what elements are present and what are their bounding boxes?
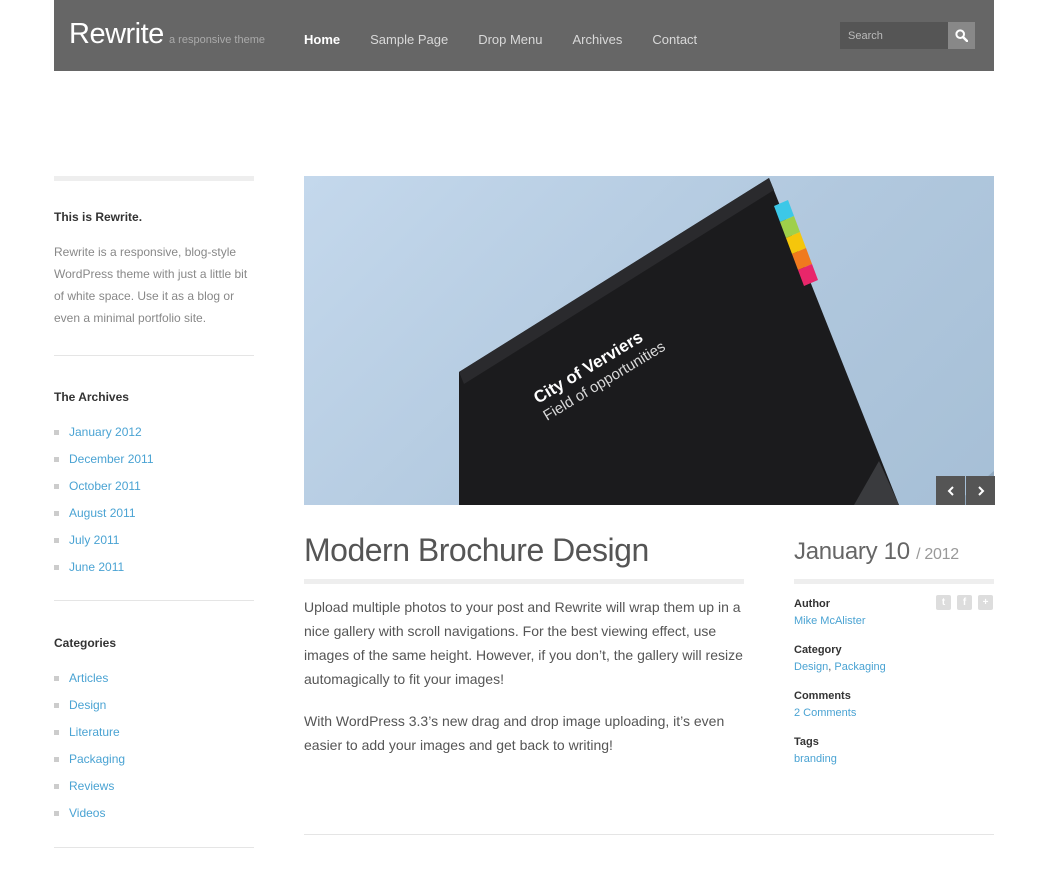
category-separator: , bbox=[828, 661, 832, 673]
archive-link[interactable]: August 2011 bbox=[69, 506, 136, 520]
meta-tags: Tags branding bbox=[794, 736, 994, 765]
chevron-right-icon bbox=[977, 485, 984, 496]
sidebar-top-rule bbox=[54, 176, 254, 181]
categories-title: Categories bbox=[54, 636, 117, 650]
brochure-photo: City of Verviers Field of opportunities bbox=[459, 178, 994, 505]
about-text: Rewrite is a responsive, blog-style Word… bbox=[54, 245, 248, 325]
nav-home[interactable]: Home bbox=[304, 32, 340, 47]
post-date-year: / 2012 bbox=[916, 546, 959, 563]
meta-tags-label: Tags bbox=[794, 736, 819, 748]
meta-comments: Comments 2 Comments bbox=[794, 690, 994, 719]
post-date-day: January 10 bbox=[794, 538, 910, 565]
meta-category: Category Design, Packaging bbox=[794, 644, 994, 673]
main-nav: Home Sample Page Drop Menu Archives Cont… bbox=[304, 32, 727, 47]
category-link[interactable]: Videos bbox=[69, 806, 105, 820]
archives-list: January 2012 December 2011 October 2011 … bbox=[54, 425, 254, 587]
category-link[interactable]: Reviews bbox=[69, 779, 114, 793]
comments-link[interactable]: 2 Comments bbox=[794, 707, 994, 719]
sidebar-divider bbox=[54, 847, 254, 848]
archives-title: The Archives bbox=[54, 390, 129, 404]
list-item: October 2011 bbox=[54, 479, 254, 506]
category-link[interactable]: Articles bbox=[69, 671, 108, 685]
post-paragraph: With WordPress 3.3’s new drag and drop i… bbox=[304, 713, 725, 753]
post-title[interactable]: Modern Brochure Design bbox=[304, 532, 649, 569]
category-link[interactable]: Packaging bbox=[834, 661, 885, 673]
archive-link[interactable]: July 2011 bbox=[69, 533, 119, 547]
site-header: Rewrite a responsive theme Home Sample P… bbox=[54, 0, 994, 71]
slider-prev-button[interactable] bbox=[936, 476, 965, 505]
nav-sample-page[interactable]: Sample Page bbox=[370, 32, 448, 47]
archive-link[interactable]: January 2012 bbox=[69, 425, 142, 439]
archives-widget: The Archives January 2012 December 2011 … bbox=[54, 390, 254, 587]
tag-link[interactable]: branding bbox=[794, 753, 994, 765]
post-date: January 10 / 2012 bbox=[794, 538, 959, 566]
nav-contact[interactable]: Contact bbox=[652, 32, 697, 47]
category-link[interactable]: Design bbox=[69, 698, 106, 712]
author-link[interactable]: Mike McAlister bbox=[794, 615, 994, 627]
category-link[interactable]: Design bbox=[794, 661, 828, 673]
list-item: Literature bbox=[54, 725, 254, 752]
archive-link[interactable]: December 2011 bbox=[69, 452, 154, 466]
list-item: Packaging bbox=[54, 752, 254, 779]
list-item: June 2011 bbox=[54, 560, 254, 587]
list-item: Reviews bbox=[54, 779, 254, 806]
search-input[interactable] bbox=[840, 22, 948, 49]
categories-list: Articles Design Literature Packaging Rev… bbox=[54, 671, 254, 833]
list-item: Articles bbox=[54, 671, 254, 698]
list-item: July 2011 bbox=[54, 533, 254, 560]
nav-archives[interactable]: Archives bbox=[573, 32, 623, 47]
about-title: This is Rewrite. bbox=[54, 210, 143, 224]
about-widget: This is Rewrite. Rewrite is a responsive… bbox=[54, 210, 254, 329]
slider-next-button[interactable] bbox=[966, 476, 995, 505]
sidebar: This is Rewrite. Rewrite is a responsive… bbox=[54, 176, 254, 848]
nav-drop-menu[interactable]: Drop Menu bbox=[478, 32, 542, 47]
post-content: Upload multiple photos to your post and … bbox=[304, 595, 744, 775]
gallery-slider: City of Verviers Field of opportunities bbox=[304, 176, 994, 505]
list-item: Design bbox=[54, 698, 254, 725]
meta-rule bbox=[794, 579, 994, 584]
search-icon bbox=[955, 29, 968, 42]
site-tagline: a responsive theme bbox=[169, 34, 265, 46]
search-button[interactable] bbox=[948, 22, 975, 49]
sidebar-divider bbox=[54, 600, 254, 601]
chevron-left-icon bbox=[947, 485, 954, 496]
meta-author: Author Mike McAlister bbox=[794, 598, 994, 627]
category-link[interactable]: Packaging bbox=[69, 752, 125, 766]
list-item: January 2012 bbox=[54, 425, 254, 452]
archive-link[interactable]: October 2011 bbox=[69, 479, 141, 493]
post-title-rule bbox=[304, 579, 744, 584]
list-item: August 2011 bbox=[54, 506, 254, 533]
archive-link[interactable]: June 2011 bbox=[69, 560, 124, 574]
categories-widget: Categories Articles Design Literature Pa… bbox=[54, 636, 254, 833]
sidebar-divider bbox=[54, 355, 254, 356]
site-logo[interactable]: Rewrite bbox=[69, 18, 164, 51]
category-link[interactable]: Literature bbox=[69, 725, 120, 739]
list-item: Videos bbox=[54, 806, 254, 833]
post-bottom-rule bbox=[304, 834, 994, 835]
post-paragraph: Upload multiple photos to your post and … bbox=[304, 599, 743, 687]
meta-category-label: Category bbox=[794, 644, 842, 656]
meta-comments-label: Comments bbox=[794, 690, 851, 702]
meta-author-label: Author bbox=[794, 598, 831, 610]
meta-category-values: Design, Packaging bbox=[794, 661, 994, 673]
list-item: December 2011 bbox=[54, 452, 254, 479]
